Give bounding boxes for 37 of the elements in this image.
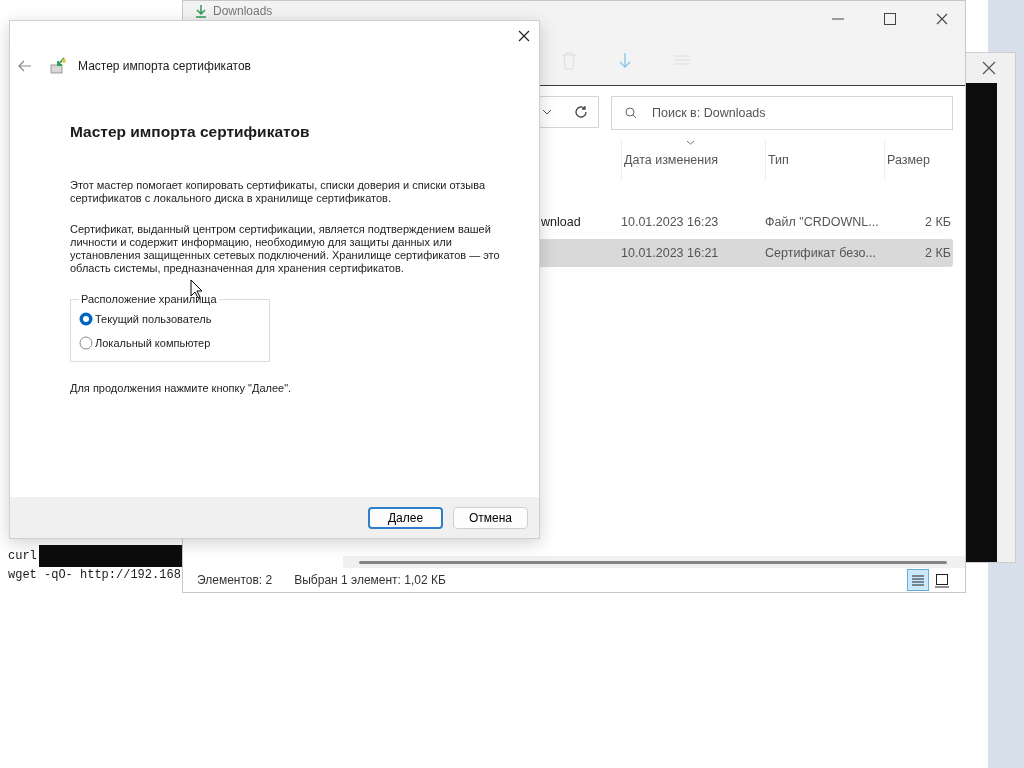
terminal-line: curl — [8, 548, 37, 564]
column-header[interactable]: Размер — [884, 140, 951, 180]
column-header[interactable]: Тип — [765, 140, 884, 180]
next-button[interactable]: Далее — [368, 506, 443, 529]
radio-button[interactable] — [79, 312, 93, 326]
radio-label[interactable]: Текущий пользователь — [95, 313, 212, 325]
group-label: Расположение хранилища — [80, 293, 218, 305]
table-cell: 2 КБ — [925, 215, 951, 229]
wizard-heading: Мастер импорта сертификатов — [70, 123, 311, 141]
certificate-icon — [50, 57, 68, 75]
search-icon — [625, 107, 637, 119]
table-cell: Файл "CRDOWNL... — [765, 215, 879, 229]
arrow-down-icon[interactable] — [617, 52, 633, 70]
square-icon — [933, 571, 951, 589]
table-cell: Сертификат безо... — [765, 246, 876, 260]
dialog-title: Мастер импорта сертификатов — [78, 59, 251, 73]
table-cell: wnload — [541, 215, 581, 229]
paragraph: Этот мастер помогает копировать сертификаты, списки доверия и списки отзыва сертификатов с локального диска в хранилище сертификатов. — [70, 179, 487, 205]
refresh-icon[interactable] — [574, 105, 588, 119]
chevron-down-icon[interactable] — [542, 109, 552, 115]
radio-label[interactable]: Локальный компьютер — [95, 337, 211, 349]
table-cell: 10.01.2023 16:23 — [621, 215, 719, 229]
search-field[interactable]: Поиск в: Downloads — [611, 96, 953, 130]
table-cell: 2 КБ — [925, 246, 951, 260]
download-icon — [195, 4, 207, 18]
table-cell: 10.01.2023 16:21 — [621, 246, 719, 260]
status-text: Элементов: 2 — [197, 573, 273, 587]
window-title: Downloads — [213, 4, 274, 18]
status-text: Выбран 1 элемент: 1,02 КБ — [294, 573, 446, 587]
cancel-button[interactable]: Отмена — [453, 506, 528, 529]
horizontal-scrollbar[interactable] — [343, 556, 965, 568]
terminal-line: wget -qO- http://192.168 — [8, 567, 181, 583]
cursor-icon — [190, 279, 203, 299]
radio-button[interactable] — [79, 336, 93, 350]
column-header[interactable]: Дата изменения — [621, 140, 765, 180]
hint-text: Для продолжения нажмите кнопку "Далее". — [70, 382, 293, 394]
back-arrow-icon[interactable] — [18, 60, 32, 72]
